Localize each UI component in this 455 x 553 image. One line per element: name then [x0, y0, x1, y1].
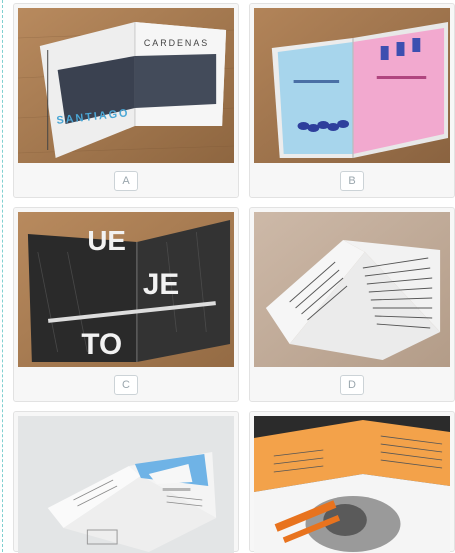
option-f-image [254, 416, 450, 553]
selection-guide-line [2, 0, 3, 552]
option-a-image: CARDENAS SANTIAGO [18, 8, 234, 163]
option-card-a[interactable]: CARDENAS SANTIAGO A [13, 3, 239, 198]
svg-text:TO: TO [81, 328, 122, 361]
option-card-d[interactable]: D [249, 207, 455, 402]
option-d-label[interactable]: D [340, 375, 364, 395]
option-card-c[interactable]: UE JE TO C [13, 207, 239, 402]
option-card-e[interactable] [13, 411, 239, 553]
svg-text:CARDENAS: CARDENAS [144, 38, 209, 48]
option-d-image [254, 212, 450, 367]
option-c-image: UE JE TO [18, 212, 234, 367]
option-b-image [254, 8, 450, 163]
option-card-b[interactable]: B [249, 3, 455, 198]
option-card-f[interactable] [249, 411, 455, 553]
option-e-image [18, 416, 234, 553]
option-b-label[interactable]: B [340, 171, 364, 191]
option-a-label[interactable]: A [114, 171, 138, 191]
svg-text:JE: JE [143, 268, 179, 301]
svg-text:UE: UE [87, 225, 126, 256]
option-c-label[interactable]: C [114, 375, 138, 395]
